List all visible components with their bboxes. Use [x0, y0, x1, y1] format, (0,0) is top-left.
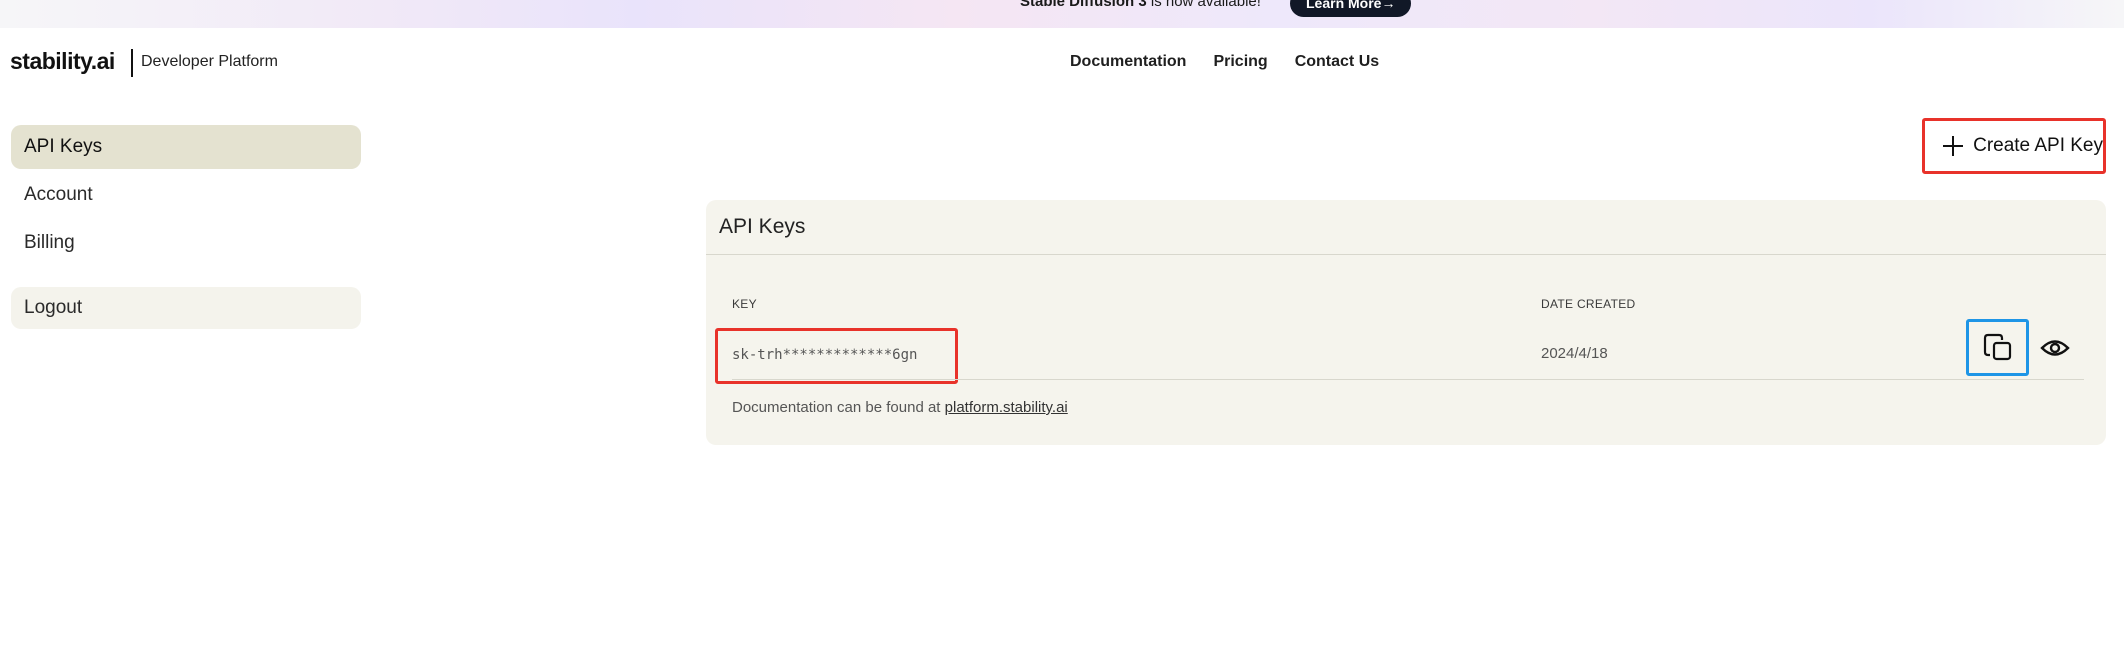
api-key-cell[interactable]: sk-trh*************6gn: [715, 328, 958, 384]
top-nav: Documentation Pricing Contact Us: [1070, 53, 1379, 71]
banner-message: is now available!: [1150, 0, 1261, 10]
sidebar-item-account[interactable]: Account: [11, 173, 361, 217]
create-api-key-label: Create API Key: [1973, 135, 2103, 156]
logo[interactable]: stability.ai: [10, 48, 115, 75]
column-header-key: KEY: [732, 297, 757, 311]
platform-link[interactable]: platform.stability.ai: [945, 399, 1068, 416]
logo-divider: [131, 49, 133, 77]
create-api-key-button[interactable]: Create API Key: [1922, 118, 2106, 174]
plus-icon: [1941, 134, 1964, 158]
copy-key-button[interactable]: [1966, 319, 2029, 376]
doc-note-text: Documentation can be found at: [732, 399, 941, 416]
api-keys-card: API Keys KEY DATE CREATED sk-trh********…: [706, 200, 2106, 445]
eye-icon: [2040, 340, 2070, 356]
nav-contact-us[interactable]: Contact Us: [1295, 53, 1379, 71]
nav-documentation[interactable]: Documentation: [1070, 53, 1186, 71]
logout-button[interactable]: Logout: [11, 287, 361, 329]
card-title: API Keys: [719, 215, 806, 238]
nav-pricing[interactable]: Pricing: [1213, 53, 1267, 71]
announcement-banner: Stable Diffusion 3 is now available! Lea…: [0, 0, 2124, 28]
platform-label: Developer Platform: [141, 53, 278, 70]
card-divider: [706, 254, 2106, 255]
api-key-value: sk-trh*************6gn: [732, 347, 918, 363]
table-row-divider: [732, 379, 2084, 380]
sidebar-item-api-keys[interactable]: API Keys: [11, 125, 361, 169]
learn-more-button[interactable]: Learn More→: [1290, 0, 1412, 17]
banner-text: Stable Diffusion 3 is now available!: [1020, 0, 1261, 10]
sidebar-item-billing[interactable]: Billing: [11, 221, 361, 265]
documentation-note: Documentation can be found at platform.s…: [732, 399, 1068, 416]
column-header-date-created: DATE CREATED: [1541, 297, 1636, 311]
date-created-value: 2024/4/18: [1541, 345, 1608, 362]
banner-highlight: Stable Diffusion 3: [1020, 0, 1147, 10]
reveal-key-button[interactable]: [2039, 334, 2071, 362]
copy-icon: [1983, 333, 2012, 361]
